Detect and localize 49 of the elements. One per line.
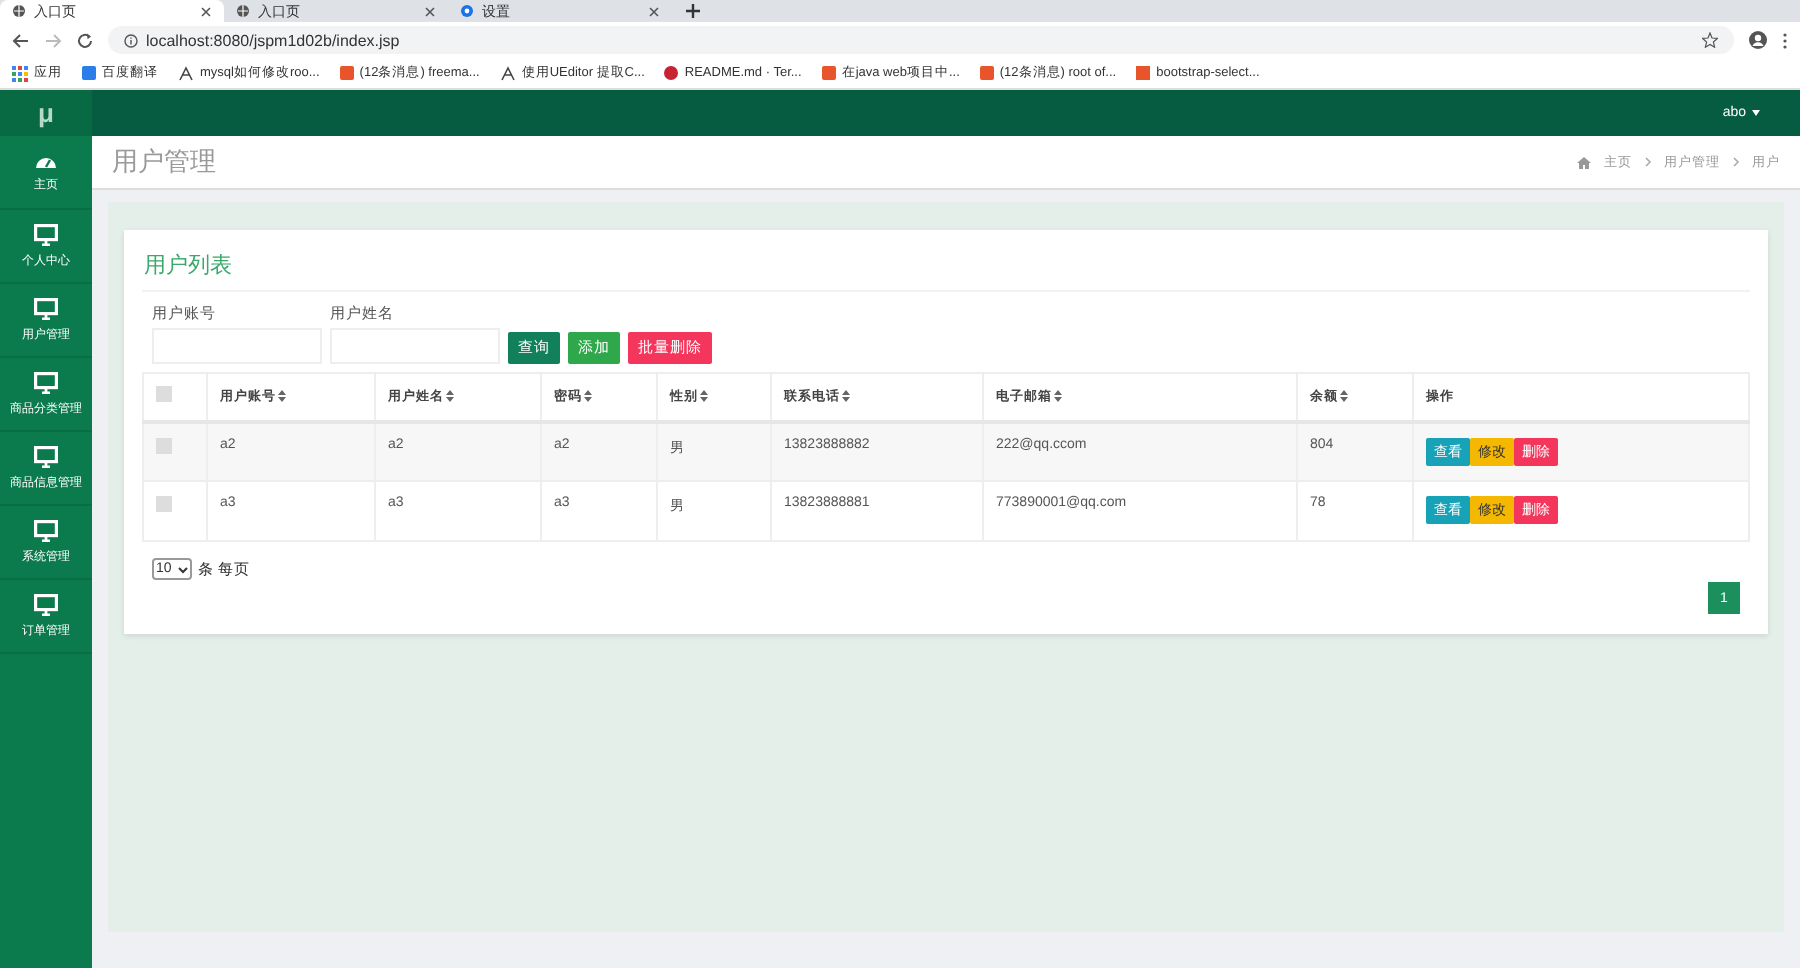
chevron-down-icon [177, 565, 188, 573]
plus-icon [684, 2, 702, 20]
glyph-icon [499, 65, 516, 81]
sort-icon [584, 390, 592, 403]
card-title: 用户列表 [142, 246, 1750, 292]
grid-icon [12, 65, 28, 81]
close-icon [424, 5, 436, 17]
favicon-icon [979, 66, 994, 80]
row-checkbox[interactable] [156, 437, 172, 453]
sort-icon [700, 390, 708, 403]
reload-icon [76, 31, 94, 49]
glyph-icon [178, 65, 194, 81]
caret-icon [1752, 110, 1760, 116]
page-title: 用户管理 [112, 144, 216, 180]
logo: μ [0, 90, 92, 136]
avatar-icon [1748, 30, 1768, 50]
row-checkbox[interactable] [156, 496, 172, 512]
chevron-icon [1644, 156, 1652, 168]
sort-icon [278, 390, 286, 403]
monitor-icon [34, 445, 58, 467]
forward-arrow-icon [44, 31, 62, 49]
close-icon [648, 5, 660, 17]
home-icon [1576, 155, 1592, 169]
globe-icon [12, 4, 26, 18]
monitor-icon [34, 371, 58, 393]
back-arrow-icon [12, 31, 30, 49]
select-all-checkbox[interactable] [156, 386, 172, 403]
favicon-icon [1136, 66, 1151, 80]
monitor-icon [34, 593, 58, 615]
star-icon [1702, 32, 1718, 48]
address-bar[interactable]: localhost:8080/jspm1d02b/index.jsp [108, 26, 1734, 54]
sort-icon [1340, 390, 1348, 403]
sort-icon [842, 390, 850, 403]
monitor-icon [34, 519, 58, 541]
favicon-icon [82, 66, 96, 80]
info-icon [124, 33, 138, 47]
sort-icon [1054, 390, 1062, 403]
chevron-icon [1732, 156, 1740, 168]
monitor-icon [34, 223, 58, 245]
close-icon [200, 5, 212, 17]
favicon-icon [664, 66, 679, 80]
favicon-icon [339, 66, 354, 80]
monitor-icon [34, 297, 58, 319]
globe-icon [236, 4, 250, 18]
more-icon [1782, 31, 1788, 49]
gear-icon [460, 4, 474, 18]
favicon-icon [821, 66, 836, 80]
sort-icon [446, 390, 454, 403]
url-text: localhost:8080/jspm1d02b/index.jsp [146, 31, 400, 49]
